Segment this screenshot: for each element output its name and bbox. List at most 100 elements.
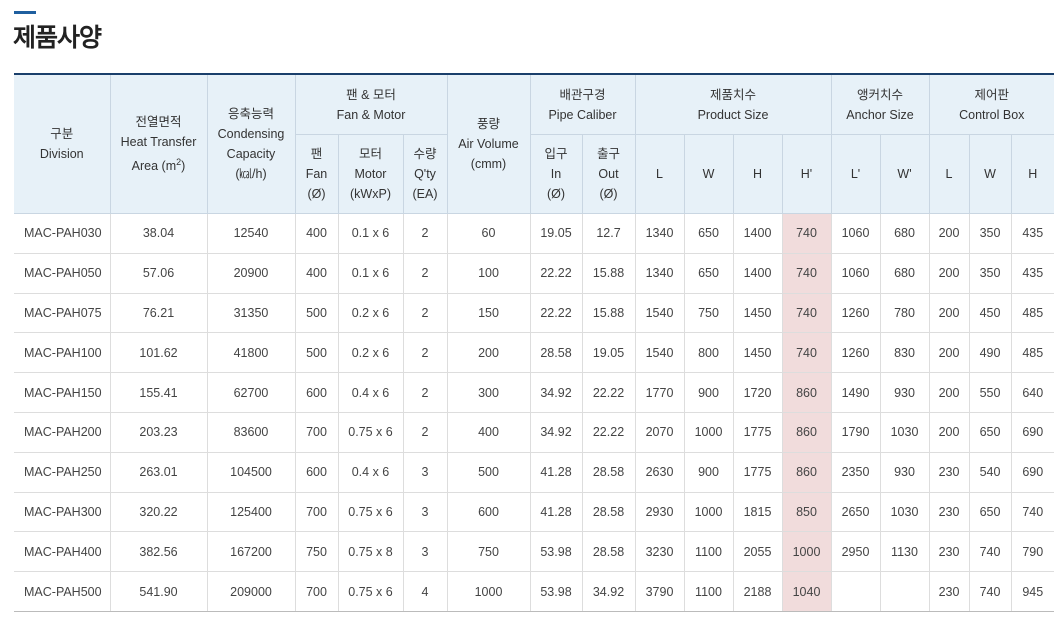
cell-pipe-out: 15.88	[582, 253, 636, 294]
cell-size-h-prime: 1000	[782, 531, 832, 573]
cell-anchor-l	[831, 571, 881, 612]
col-header-pipe-out: 출구 Out (Ø)	[582, 134, 636, 214]
cell-area: 38.04	[110, 213, 208, 254]
cell-control-l: 200	[929, 253, 970, 294]
cell-control-w: 650	[969, 492, 1012, 533]
col-header-control-w: W	[969, 134, 1012, 214]
cell-size-l: 1540	[635, 332, 685, 374]
col-header-fan: 팬 Fan (Ø)	[295, 134, 339, 214]
cell-size-w: 800	[684, 332, 734, 374]
cell-air-volume: 150	[447, 293, 531, 334]
cell-pipe-out: 22.22	[582, 372, 636, 413]
cell-control-l: 200	[929, 213, 970, 254]
table-row: MAC-PAH400 382.56 167200 750 0.75 x 8 3 750 53.…	[14, 531, 1055, 573]
cell-size-h: 2188	[733, 571, 783, 612]
col-header-air-volume: 풍량 Air Volume (cmm)	[447, 73, 531, 214]
cell-area: 101.62	[110, 332, 208, 374]
cell-size-h-prime: 860	[782, 372, 832, 413]
cell-control-l: 200	[929, 293, 970, 334]
cell-anchor-w: 680	[880, 253, 930, 294]
cell-anchor-l: 2650	[831, 492, 881, 533]
cell-pipe-in: 53.98	[530, 571, 583, 612]
cell-capacity: 31350	[207, 293, 296, 334]
cell-size-l: 2070	[635, 412, 685, 453]
table-row: MAC-PAH200 203.23 83600 700 0.75 x 6 2 400 34.9…	[14, 412, 1055, 453]
cell-control-h: 485	[1011, 332, 1055, 374]
cell-control-h: 485	[1011, 293, 1055, 334]
cell-size-h: 1775	[733, 452, 783, 493]
cell-pipe-out: 34.92	[582, 571, 636, 612]
cell-air-volume: 400	[447, 412, 531, 453]
cell-qty: 3	[403, 452, 448, 493]
table-row: MAC-PAH075 76.21 31350 500 0.2 x 6 2 150 22.22 1…	[14, 293, 1055, 334]
cell-control-w: 740	[969, 571, 1012, 612]
cell-size-l: 3790	[635, 571, 685, 612]
cell-control-w: 350	[969, 253, 1012, 294]
cell-control-h: 640	[1011, 372, 1055, 413]
cell-control-w: 740	[969, 531, 1012, 573]
cell-anchor-w: 930	[880, 372, 930, 413]
cell-pipe-in: 19.05	[530, 213, 583, 254]
cell-capacity: 20900	[207, 253, 296, 294]
table-header: 구분 Division 전열면적 Heat Transfer Area (m2) 응축…	[14, 73, 1055, 214]
cell-size-w: 750	[684, 293, 734, 334]
cell-pipe-out: 22.22	[582, 412, 636, 453]
cell-qty: 2	[403, 293, 448, 334]
cell-size-h-prime: 860	[782, 452, 832, 493]
cell-anchor-w: 780	[880, 293, 930, 334]
col-header-area: 전열면적 Heat Transfer Area (m2)	[110, 73, 208, 214]
cell-control-w: 450	[969, 293, 1012, 334]
cell-size-h: 1400	[733, 213, 783, 254]
cell-anchor-l: 1490	[831, 372, 881, 413]
cell-capacity: 83600	[207, 412, 296, 453]
cell-control-h: 690	[1011, 412, 1055, 453]
cell-motor: 0.75 x 6	[338, 412, 404, 453]
cell-pipe-in: 22.22	[530, 293, 583, 334]
cell-control-h: 690	[1011, 452, 1055, 493]
cell-anchor-w: 1030	[880, 492, 930, 533]
cell-control-h: 945	[1011, 571, 1055, 612]
cell-anchor-l: 1790	[831, 412, 881, 453]
cell-control-w: 350	[969, 213, 1012, 254]
col-header-size-l: L	[635, 134, 685, 214]
col-header-motor: 모터 Motor (kWxP)	[338, 134, 404, 214]
cell-anchor-l: 1260	[831, 293, 881, 334]
cell-model: MAC-PAH500	[14, 571, 111, 612]
cell-pipe-out: 28.58	[582, 452, 636, 493]
cell-anchor-w: 1030	[880, 412, 930, 453]
col-header-anchor-l: L'	[831, 134, 881, 214]
cell-anchor-l: 2350	[831, 452, 881, 493]
cell-pipe-in: 22.22	[530, 253, 583, 294]
cell-size-h: 1450	[733, 293, 783, 334]
cell-motor: 0.1 x 6	[338, 253, 404, 294]
cell-model: MAC-PAH100	[14, 332, 111, 374]
cell-fan: 500	[295, 293, 339, 334]
cell-size-h-prime: 860	[782, 412, 832, 453]
cell-capacity: 209000	[207, 571, 296, 612]
cell-anchor-l: 2950	[831, 531, 881, 573]
cell-air-volume: 750	[447, 531, 531, 573]
cell-model: MAC-PAH200	[14, 412, 111, 453]
table-row: MAC-PAH030 38.04 12540 400 0.1 x 6 2 60 19.05 12…	[14, 213, 1055, 254]
cell-size-h-prime: 740	[782, 332, 832, 374]
page-title: 제품사양	[13, 23, 102, 52]
cell-control-l: 230	[929, 531, 970, 573]
cell-pipe-in: 34.92	[530, 372, 583, 413]
cell-size-l: 2630	[635, 452, 685, 493]
cell-control-l: 200	[929, 332, 970, 374]
cell-qty: 2	[403, 332, 448, 374]
table-body: MAC-PAH030 38.04 12540 400 0.1 x 6 2 60 19.05 12…	[14, 213, 1055, 612]
cell-size-l: 1340	[635, 253, 685, 294]
cell-anchor-w: 830	[880, 332, 930, 374]
cell-area: 320.22	[110, 492, 208, 533]
cell-capacity: 125400	[207, 492, 296, 533]
cell-pipe-out: 28.58	[582, 492, 636, 533]
cell-size-w: 1100	[684, 531, 734, 573]
cell-fan: 400	[295, 213, 339, 254]
cell-control-l: 200	[929, 372, 970, 413]
cell-air-volume: 60	[447, 213, 531, 254]
cell-size-h: 1775	[733, 412, 783, 453]
cell-pipe-out: 12.7	[582, 213, 636, 254]
cell-size-l: 1540	[635, 293, 685, 334]
cell-anchor-w: 930	[880, 452, 930, 493]
